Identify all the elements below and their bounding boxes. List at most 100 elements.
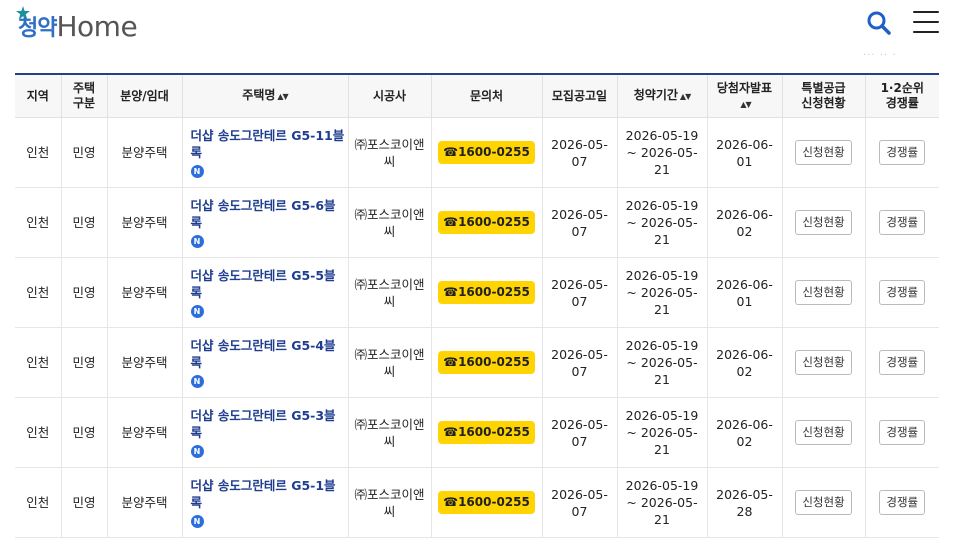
cell-region: 인천 <box>15 257 62 328</box>
competition-button[interactable]: 경쟁률 <box>879 140 926 165</box>
cell-special: 신청현황 <box>781 397 866 468</box>
house-name-link[interactable]: 더샵 송도그란테르 G5-3블록 <box>191 407 345 441</box>
cell-house-type: 민영 <box>60 467 108 538</box>
cell-sale-type: 분양주택 <box>106 187 183 258</box>
cell-region: 인천 <box>15 467 62 538</box>
cell-period: 2026-05-19 ~ 2026-05-21 <box>616 257 708 328</box>
new-badge-icon: N <box>190 445 204 458</box>
competition-button[interactable]: 경쟁률 <box>879 490 926 515</box>
header-region: 지역 <box>15 74 62 118</box>
house-name-link[interactable]: 더샵 송도그란테르 G5-4블록 <box>191 337 345 371</box>
cell-contact: ☎1600-0255 <box>430 187 543 258</box>
cell-contact: ☎1600-0255 <box>430 397 543 468</box>
header-sale-type: 분양/임대 <box>106 74 183 118</box>
cell-contact: ☎1600-0255 <box>430 117 543 188</box>
cell-sale-type: 분양주택 <box>106 257 183 328</box>
cell-period: 2026-05-19 ~ 2026-05-21 <box>616 397 708 468</box>
cell-house-name: 더샵 송도그란테르 G5-1블록 N <box>181 467 349 538</box>
header-special: 특별공급 신청현황 <box>781 74 866 118</box>
cell-special: 신청현황 <box>781 327 866 398</box>
hamburger-menu-icon[interactable] <box>913 11 939 35</box>
table-row: 인천 민영 분양주택 더샵 송도그란테르 G5-3블록 N ㈜포스코이앤씨 ☎1… <box>15 397 939 468</box>
header-winner-date[interactable]: 당첨자발표 ▲▼ <box>706 74 783 118</box>
listing-table-wrap: 지역 주택 구분 분양/임대 주택명 ▲▼ 시공사 문의처 모집공고일 청약기간 ▲… <box>15 73 939 538</box>
cell-house-type: 민영 <box>60 187 108 258</box>
search-icon[interactable] <box>866 10 892 36</box>
header-house-name[interactable]: 주택명 ▲▼ <box>181 74 349 118</box>
competition-button[interactable]: 경쟁률 <box>879 420 926 445</box>
cell-house-name: 더샵 송도그란테르 G5-6블록 N <box>181 187 349 258</box>
phone-button[interactable]: ☎1600-0255 <box>438 421 535 444</box>
special-status-button[interactable]: 신청현황 <box>795 490 852 515</box>
cell-competition: 경쟁률 <box>864 257 939 328</box>
cell-notice-date: 2026-05-07 <box>541 117 618 188</box>
competition-button[interactable]: 경쟁률 <box>879 350 926 375</box>
special-status-button[interactable]: 신청현황 <box>795 280 852 305</box>
cell-builder: ㈜포스코이앤씨 <box>347 397 432 468</box>
cell-special: 신청현황 <box>781 257 866 328</box>
special-status-button[interactable]: 신청현황 <box>795 350 852 375</box>
cell-notice-date: 2026-05-07 <box>541 257 618 328</box>
logo-text-en: Home <box>56 10 138 43</box>
new-badge-icon: N <box>190 235 204 248</box>
cell-winner-date: 2026-06-02 <box>706 327 783 398</box>
cell-region: 인천 <box>15 327 62 398</box>
sort-icon[interactable]: ▲▼ <box>740 100 751 109</box>
phone-button[interactable]: ☎1600-0255 <box>438 281 535 304</box>
cell-special: 신청현황 <box>781 117 866 188</box>
phone-button[interactable]: ☎1600-0255 <box>438 491 535 514</box>
cell-sale-type: 분양주택 <box>106 117 183 188</box>
cell-competition: 경쟁률 <box>864 467 939 538</box>
cell-region: 인천 <box>15 397 62 468</box>
cell-winner-date: 2026-06-02 <box>706 187 783 258</box>
cell-house-name: 더샵 송도그란테르 G5-3블록 N <box>181 397 349 468</box>
header-house-type: 주택 구분 <box>60 74 108 118</box>
competition-button[interactable]: 경쟁률 <box>879 210 926 235</box>
phone-button[interactable]: ☎1600-0255 <box>438 141 535 164</box>
phone-button[interactable]: ☎1600-0255 <box>438 351 535 374</box>
table-row: 인천 민영 분양주택 더샵 송도그란테르 G5-5블록 N ㈜포스코이앤씨 ☎1… <box>15 257 939 328</box>
cell-special: 신청현황 <box>781 467 866 538</box>
cell-house-type: 민영 <box>60 397 108 468</box>
table-row: 인천 민영 분양주택 더샵 송도그란테르 G5-11블록 N ㈜포스코이앤씨 ☎… <box>15 117 939 188</box>
cell-winner-date: 2026-06-01 <box>706 117 783 188</box>
special-status-button[interactable]: 신청현황 <box>795 210 852 235</box>
cell-region: 인천 <box>15 117 62 188</box>
special-status-button[interactable]: 신청현황 <box>795 420 852 445</box>
sort-icon[interactable]: ▲▼ <box>277 92 288 101</box>
logo-star-icon <box>16 6 30 20</box>
phone-button[interactable]: ☎1600-0255 <box>438 211 535 234</box>
cell-period: 2026-05-19 ~ 2026-05-21 <box>616 467 708 538</box>
cell-contact: ☎1600-0255 <box>430 257 543 328</box>
competition-button[interactable]: 경쟁률 <box>879 280 926 305</box>
cell-period: 2026-05-19 ~ 2026-05-21 <box>616 117 708 188</box>
cell-builder: ㈜포스코이앤씨 <box>347 187 432 258</box>
cell-special: 신청현황 <box>781 187 866 258</box>
logo[interactable]: 청약 Home <box>16 6 138 43</box>
cell-notice-date: 2026-05-07 <box>541 467 618 538</box>
cell-notice-date: 2026-05-07 <box>541 187 618 258</box>
header-notice-date: 모집공고일 <box>541 74 618 118</box>
cell-house-type: 민영 <box>60 117 108 188</box>
cell-winner-date: 2026-06-01 <box>706 257 783 328</box>
sort-icon[interactable]: ▲▼ <box>680 92 691 101</box>
cell-notice-date: 2026-05-07 <box>541 397 618 468</box>
new-badge-icon: N <box>190 305 204 318</box>
house-name-link[interactable]: 더샵 송도그란테르 G5-11블록 <box>191 127 345 161</box>
house-name-link[interactable]: 더샵 송도그란테르 G5-1블록 <box>191 477 345 511</box>
cell-builder: ㈜포스코이앤씨 <box>347 467 432 538</box>
cell-house-name: 더샵 송도그란테르 G5-11블록 N <box>181 117 349 188</box>
special-status-button[interactable]: 신청현황 <box>795 140 852 165</box>
cell-sale-type: 분양주택 <box>106 327 183 398</box>
cell-period: 2026-05-19 ~ 2026-05-21 <box>616 187 708 258</box>
cell-competition: 경쟁률 <box>864 397 939 468</box>
cell-winner-date: 2026-05-28 <box>706 467 783 538</box>
listing-table: 지역 주택 구분 분양/임대 주택명 ▲▼ 시공사 문의처 모집공고일 청약기간 ▲… <box>15 73 939 538</box>
house-name-link[interactable]: 더샵 송도그란테르 G5-6블록 <box>191 197 345 231</box>
table-row: 인천 민영 분양주택 더샵 송도그란테르 G5-1블록 N ㈜포스코이앤씨 ☎1… <box>15 467 939 538</box>
header-period[interactable]: 청약기간 ▲▼ <box>616 74 708 118</box>
cell-competition: 경쟁률 <box>864 187 939 258</box>
house-name-link[interactable]: 더샵 송도그란테르 G5-5블록 <box>191 267 345 301</box>
new-badge-icon: N <box>190 165 204 178</box>
table-row: 인천 민영 분양주택 더샵 송도그란테르 G5-4블록 N ㈜포스코이앤씨 ☎1… <box>15 327 939 398</box>
